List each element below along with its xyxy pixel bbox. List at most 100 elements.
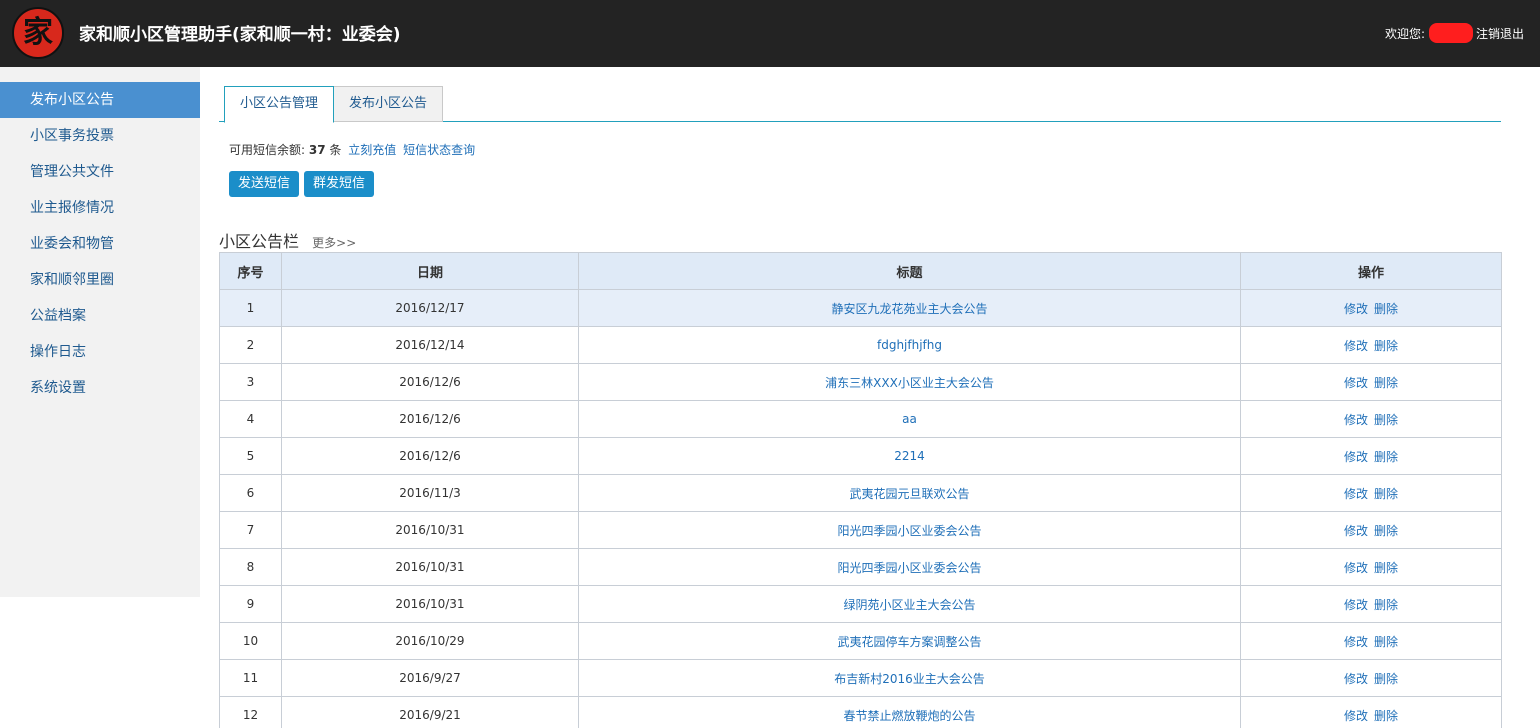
row-actions: 修改 删除: [1240, 289, 1502, 327]
notice-title-link[interactable]: 2214: [894, 449, 925, 463]
notice-title-link[interactable]: 武夷花园停车方案调整公告: [837, 635, 981, 649]
row-actions: 修改 删除: [1240, 659, 1502, 697]
col-header-date: 日期: [281, 252, 579, 290]
row-number: 6: [219, 474, 282, 512]
table-row: 6 2016/11/3 武夷花园元旦联欢公告 修改 删除: [219, 474, 1502, 512]
row-actions: 修改 删除: [1240, 400, 1502, 438]
delete-link[interactable]: 删除: [1374, 487, 1398, 501]
delete-link[interactable]: 删除: [1374, 709, 1398, 723]
sidebar-item[interactable]: 家和顺邻里圈: [0, 262, 200, 298]
row-actions: 修改 删除: [1240, 585, 1502, 623]
delete-link[interactable]: 删除: [1374, 339, 1398, 353]
sms-balance-label: 可用短信余额:: [229, 143, 306, 157]
send-sms-button[interactable]: 发送短信: [229, 171, 300, 197]
table-row: 4 2016/12/6 aa 修改 删除: [219, 400, 1502, 438]
row-number: 11: [219, 659, 282, 697]
delete-link[interactable]: 删除: [1374, 561, 1398, 575]
notice-title-link[interactable]: fdghjfhjfhg: [877, 338, 942, 352]
row-title-cell: 阳光四季园小区业委会公告: [578, 511, 1241, 549]
row-actions: 修改 删除: [1240, 326, 1502, 364]
notice-board-header: 小区公告栏 更多>>: [219, 228, 356, 252]
delete-link[interactable]: 删除: [1374, 450, 1398, 464]
sidebar: 发布小区公告 小区事务投票 管理公共文件 业主报修情况 业委会和物管 家和顺邻里圈 公益档案…: [0, 67, 200, 597]
edit-link[interactable]: 修改: [1344, 376, 1368, 390]
delete-link[interactable]: 删除: [1374, 413, 1398, 427]
notice-title-link[interactable]: 春节禁止燃放鞭炮的公告: [843, 709, 975, 723]
delete-link[interactable]: 删除: [1374, 635, 1398, 649]
row-date: 2016/10/31: [281, 585, 579, 623]
logout-link[interactable]: 注销退出: [1476, 25, 1524, 42]
row-actions: 修改 删除: [1240, 622, 1502, 660]
table-row: 10 2016/10/29 武夷花园停车方案调整公告 修改 删除: [219, 622, 1502, 660]
sms-button-row: 发送短信 群发短信: [229, 171, 375, 197]
table-row: 9 2016/10/31 绿阴苑小区业主大会公告 修改 删除: [219, 585, 1502, 623]
table-row: 5 2016/12/6 2214 修改 删除: [219, 437, 1502, 475]
row-actions: 修改 删除: [1240, 363, 1502, 401]
notice-title-link[interactable]: aa: [902, 412, 917, 426]
group-sms-button[interactable]: 群发短信: [304, 171, 375, 197]
tab-publish-notice[interactable]: 发布小区公告: [334, 86, 443, 122]
sidebar-item[interactable]: 操作日志: [0, 334, 200, 370]
row-date: 2016/10/29: [281, 622, 579, 660]
sms-balance-line: 可用短信余额: 37 条 立刻充值 短信状态查询: [229, 141, 475, 158]
row-number: 7: [219, 511, 282, 549]
sms-balance-unit: 条: [329, 143, 342, 157]
delete-link[interactable]: 删除: [1374, 598, 1398, 612]
row-number: 5: [219, 437, 282, 475]
notice-title-link[interactable]: 布吉新村2016业主大会公告: [834, 672, 985, 686]
sms-status-query-link[interactable]: 短信状态查询: [403, 143, 475, 157]
notice-title-link[interactable]: 阳光四季园小区业委会公告: [837, 524, 981, 538]
row-date: 2016/9/21: [281, 696, 579, 728]
sidebar-item[interactable]: 管理公共文件: [0, 154, 200, 190]
edit-link[interactable]: 修改: [1344, 524, 1368, 538]
table-row: 11 2016/9/27 布吉新村2016业主大会公告 修改 删除: [219, 659, 1502, 697]
logo-char: 家: [23, 15, 53, 50]
edit-link[interactable]: 修改: [1344, 598, 1368, 612]
notice-title-link[interactable]: 静安区九龙花苑业主大会公告: [831, 302, 987, 316]
row-actions: 修改 删除: [1240, 474, 1502, 512]
top-header: 家 家和顺小区管理助手(家和顺一村：业委会) 欢迎您: 注销退出: [0, 0, 1540, 67]
sidebar-item[interactable]: 公益档案: [0, 298, 200, 334]
table-row: 2 2016/12/14 fdghjfhjfhg 修改 删除: [219, 326, 1502, 364]
delete-link[interactable]: 删除: [1374, 672, 1398, 686]
recharge-link[interactable]: 立刻充值: [348, 143, 396, 157]
row-actions: 修改 删除: [1240, 696, 1502, 728]
user-area: 欢迎您: 注销退出: [1385, 23, 1524, 43]
edit-link[interactable]: 修改: [1344, 450, 1368, 464]
more-link[interactable]: 更多>>: [312, 236, 356, 250]
notice-title-link[interactable]: 绿阴苑小区业主大会公告: [843, 598, 975, 612]
table-header-row: 序号 日期 标题 操作: [219, 252, 1502, 290]
edit-link[interactable]: 修改: [1344, 709, 1368, 723]
edit-link[interactable]: 修改: [1344, 339, 1368, 353]
sms-balance-count: 37: [308, 143, 326, 157]
notice-title-link[interactable]: 阳光四季园小区业委会公告: [837, 561, 981, 575]
row-title-cell: 武夷花园停车方案调整公告: [578, 622, 1241, 660]
edit-link[interactable]: 修改: [1344, 672, 1368, 686]
tab-bar: 小区公告管理 发布小区公告: [219, 86, 1501, 123]
table-row: 7 2016/10/31 阳光四季园小区业委会公告 修改 删除: [219, 511, 1502, 549]
row-date: 2016/12/14: [281, 326, 579, 364]
sidebar-item[interactable]: 业委会和物管: [0, 226, 200, 262]
sidebar-item[interactable]: 发布小区公告: [0, 82, 200, 118]
tab-notice-management[interactable]: 小区公告管理: [224, 86, 334, 123]
row-date: 2016/12/17: [281, 289, 579, 327]
redacted-username: [1428, 23, 1473, 43]
sidebar-item[interactable]: 系统设置: [0, 370, 200, 406]
edit-link[interactable]: 修改: [1344, 413, 1368, 427]
row-number: 12: [219, 696, 282, 728]
delete-link[interactable]: 删除: [1374, 302, 1398, 316]
notice-title-link[interactable]: 武夷花园元旦联欢公告: [849, 487, 969, 501]
row-date: 2016/11/3: [281, 474, 579, 512]
col-header-no: 序号: [219, 252, 282, 290]
edit-link[interactable]: 修改: [1344, 302, 1368, 316]
sidebar-item[interactable]: 小区事务投票: [0, 118, 200, 154]
edit-link[interactable]: 修改: [1344, 635, 1368, 649]
notice-title-link[interactable]: 浦东三林XXX小区业主大会公告: [825, 376, 994, 390]
delete-link[interactable]: 删除: [1374, 376, 1398, 390]
row-title-cell: 2214: [578, 437, 1241, 475]
edit-link[interactable]: 修改: [1344, 561, 1368, 575]
delete-link[interactable]: 删除: [1374, 524, 1398, 538]
sidebar-item[interactable]: 业主报修情况: [0, 190, 200, 226]
edit-link[interactable]: 修改: [1344, 487, 1368, 501]
col-header-title: 标题: [578, 252, 1241, 290]
